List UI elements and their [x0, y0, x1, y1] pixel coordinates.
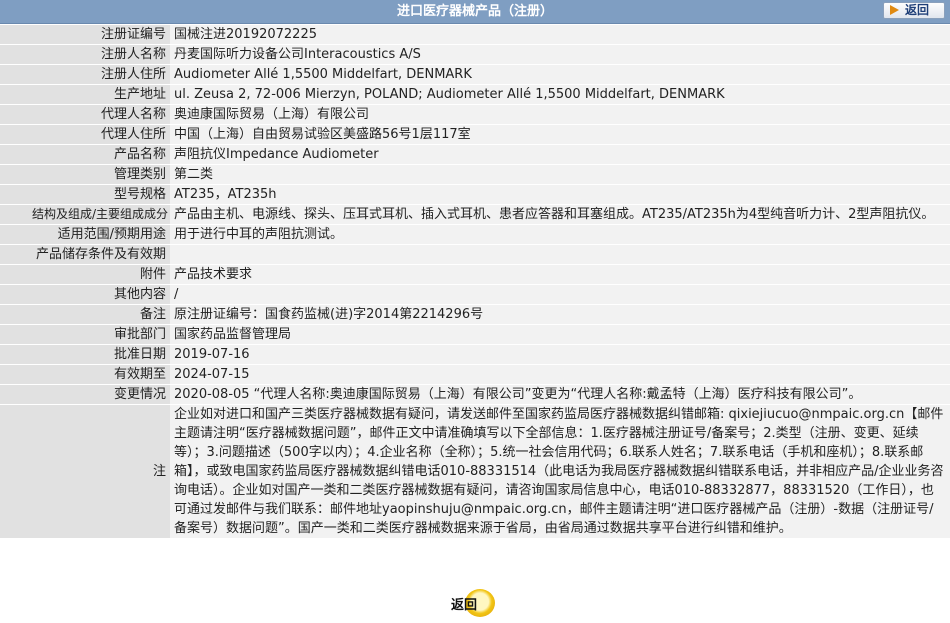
field-value: 国家药品监督管理局 — [170, 325, 950, 344]
field-label: 型号规格 — [0, 185, 170, 204]
field-value: 声阻抗仪Impedance Audiometer — [170, 145, 950, 164]
field-label: 备注 — [0, 305, 170, 324]
table-row: 批准日期 2019-07-16 — [0, 345, 950, 364]
table-row: 型号规格 AT235，AT235h — [0, 185, 950, 204]
detail-table: 注册证编号 国械注进20192072225 注册人名称 丹麦国际听力设备公司Inter… — [0, 24, 950, 539]
field-value: 奥迪康国际贸易（上海）有限公司 — [170, 105, 950, 124]
field-label: 注册证编号 — [0, 25, 170, 44]
field-label: 代理人名称 — [0, 105, 170, 124]
table-row: 其他内容 / — [0, 285, 950, 304]
field-label: 生产地址 — [0, 85, 170, 104]
field-label: 其他内容 — [0, 285, 170, 304]
table-row: 结构及组成/主要组成成分 产品由主机、电源线、探头、压耳式耳机、插入式耳机、患者应… — [0, 205, 950, 224]
field-label: 产品储存条件及有效期 — [0, 245, 170, 264]
field-value: ul. Zeusa 2, 72-006 Mierzyn, POLAND; Aud… — [170, 85, 950, 104]
field-value — [170, 245, 950, 264]
field-label: 适用范围/预期用途 — [0, 225, 170, 244]
field-label: 附件 — [0, 265, 170, 284]
table-row: 产品名称 声阻抗仪Impedance Audiometer — [0, 145, 950, 164]
field-value: 丹麦国际听力设备公司Interacoustics A/S — [170, 45, 950, 64]
note-value: 企业如对进口和国产三类医疗器械数据有疑问，请发送邮件至国家药监局医疗器械数据纠错… — [170, 405, 950, 538]
table-row: 产品储存条件及有效期 — [0, 245, 950, 264]
field-label: 注册人住所 — [0, 65, 170, 84]
back-button-top[interactable]: 返回 — [883, 2, 945, 19]
field-value: 2024-07-15 — [170, 365, 950, 384]
field-label: 有效期至 — [0, 365, 170, 384]
table-row: 变更情况 2020-08-05 “代理人名称:奥迪康国际贸易（上海）有限公司”变更… — [0, 385, 950, 404]
field-label: 注册人名称 — [0, 45, 170, 64]
field-value: Audiometer Allé 1,5500 Middelfart, DENMA… — [170, 65, 950, 84]
back-button-bottom[interactable]: 返回 — [449, 589, 497, 617]
table-row: 备注 原注册证编号：国食药监械(进)字2014第2214296号 — [0, 305, 950, 324]
arrow-right-icon — [890, 5, 899, 15]
field-label: 变更情况 — [0, 385, 170, 404]
note-label: 注 — [0, 405, 170, 538]
field-value: 第二类 — [170, 165, 950, 184]
table-row: 有效期至 2024-07-15 — [0, 365, 950, 384]
table-row: 注册人住所 Audiometer Allé 1,5500 Middelfart, … — [0, 65, 950, 84]
table-row: 注册证编号 国械注进20192072225 — [0, 25, 950, 44]
field-label: 结构及组成/主要组成成分 — [0, 205, 170, 224]
field-value: AT235，AT235h — [170, 185, 950, 204]
detail-table-body: 注册证编号 国械注进20192072225 注册人名称 丹麦国际听力设备公司Inter… — [0, 25, 950, 538]
field-value: 用于进行中耳的声阻抗测试。 — [170, 225, 950, 244]
field-value: 产品由主机、电源线、探头、压耳式耳机、插入式耳机、患者应答器和耳塞组成。AT23… — [170, 205, 950, 224]
field-label: 代理人住所 — [0, 125, 170, 144]
field-value: 产品技术要求 — [170, 265, 950, 284]
table-row: 适用范围/预期用途 用于进行中耳的声阻抗测试。 — [0, 225, 950, 244]
field-value: / — [170, 285, 950, 304]
table-row: 管理类别 第二类 — [0, 165, 950, 184]
field-value: 原注册证编号：国食药监械(进)字2014第2214296号 — [170, 305, 950, 324]
field-value: 2020-08-05 “代理人名称:奥迪康国际贸易（上海）有限公司”变更为“代理… — [170, 385, 950, 404]
field-label: 管理类别 — [0, 165, 170, 184]
table-row: 审批部门 国家药品监督管理局 — [0, 325, 950, 344]
note-row: 注企业如对进口和国产三类医疗器械数据有疑问，请发送邮件至国家药监局医疗器械数据纠… — [0, 405, 950, 538]
title-bar: 进口医疗器械产品（注册） 返回 — [0, 0, 950, 24]
field-value: 国械注进20192072225 — [170, 25, 950, 44]
field-label: 批准日期 — [0, 345, 170, 364]
back-button-bottom-label: 返回 — [451, 598, 478, 613]
field-label: 审批部门 — [0, 325, 170, 344]
field-value: 中国（上海）自由贸易试验区美盛路56号1层117室 — [170, 125, 950, 144]
table-row: 代理人住所 中国（上海）自由贸易试验区美盛路56号1层117室 — [0, 125, 950, 144]
table-row: 注册人名称 丹麦国际听力设备公司Interacoustics A/S — [0, 45, 950, 64]
table-row: 代理人名称 奥迪康国际贸易（上海）有限公司 — [0, 105, 950, 124]
table-row: 生产地址 ul. Zeusa 2, 72-006 Mierzyn, POLAND;… — [0, 85, 950, 104]
page-title: 进口医疗器械产品（注册） — [396, 4, 553, 19]
field-value: 2019-07-16 — [170, 345, 950, 364]
field-label: 产品名称 — [0, 145, 170, 164]
table-row: 附件 产品技术要求 — [0, 265, 950, 284]
back-button-top-label: 返回 — [905, 3, 930, 17]
